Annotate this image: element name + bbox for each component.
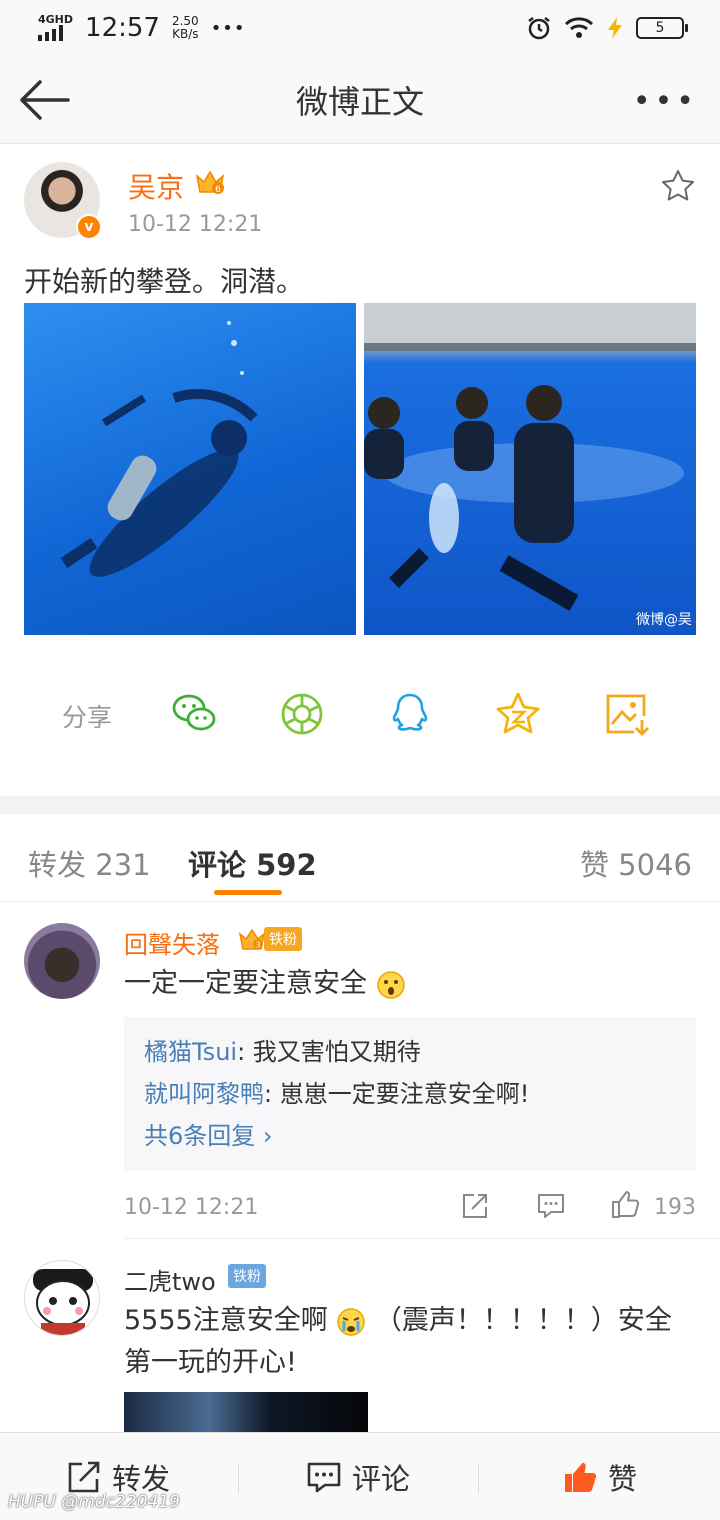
comment-text-body: 5555注意安全啊 bbox=[124, 1305, 328, 1336]
fan-badge: 3 铁粉 bbox=[238, 927, 302, 951]
tab-repost[interactable]: 转发 231 bbox=[28, 842, 151, 884]
repost-icon bbox=[68, 1461, 100, 1493]
commenter-avatar[interactable] bbox=[24, 1260, 100, 1336]
favorite-star-icon[interactable] bbox=[660, 168, 696, 204]
comment-item: 回聲失落 3 铁粉 一定一定要注意安全 橘猫Tsui: 我又害怕又期待 就叫阿黎… bbox=[0, 903, 720, 1239]
scared-emoji-icon bbox=[376, 970, 405, 999]
comment-image-thumbnail[interactable] bbox=[124, 1392, 368, 1432]
tab-like[interactable]: 赞 5046 bbox=[580, 842, 692, 884]
comment-label: 评论 bbox=[352, 1462, 411, 1496]
wifi-icon bbox=[564, 17, 594, 38]
qq-icon[interactable] bbox=[386, 690, 434, 738]
weibo-post: v 吴京 6 10-12 12:21 开始新的攀登。洞潜。 微博@吴 分享 bbox=[0, 144, 720, 796]
charging-icon bbox=[608, 17, 622, 39]
alarm-icon bbox=[528, 17, 550, 40]
crying-emoji-icon bbox=[337, 1307, 366, 1336]
like-count: 193 bbox=[654, 1195, 696, 1220]
bar-divider bbox=[238, 1463, 239, 1493]
comment-text: 5555注意安全啊 （震声！！！！！）安全第一玩的开心! bbox=[124, 1300, 694, 1384]
reply-author[interactable]: 橘猫Tsui bbox=[144, 1038, 237, 1066]
post-photo-1[interactable] bbox=[24, 303, 356, 635]
moments-icon[interactable] bbox=[278, 690, 326, 738]
fan-badge-label: 铁粉 bbox=[264, 927, 302, 951]
post-tabs: 转发 231 评论 592 赞 5046 bbox=[0, 814, 720, 902]
tab-comment[interactable]: 评论 592 bbox=[188, 842, 317, 884]
reply-text: : 崽崽一定要注意安全啊! bbox=[264, 1080, 530, 1108]
share-label: 分享 bbox=[62, 703, 113, 732]
reply-preview-box[interactable]: 橘猫Tsui: 我又害怕又期待 就叫阿黎鸭: 崽崽一定要注意安全啊! 共6条回复… bbox=[124, 1017, 696, 1171]
diver-illustration bbox=[60, 321, 258, 577]
comment-text-body: 一定一定要注意安全 bbox=[124, 968, 367, 999]
reply-comment-icon[interactable] bbox=[536, 1191, 566, 1221]
more-options-icon[interactable]: ••• bbox=[633, 84, 698, 119]
like-label: 赞 bbox=[608, 1462, 638, 1496]
post-text: 开始新的攀登。洞潜。 bbox=[24, 265, 305, 298]
cartoon-avatar-illustration bbox=[33, 1269, 93, 1335]
like-thumb-filled-icon bbox=[565, 1462, 597, 1492]
reply-author[interactable]: 就叫阿黎鸭 bbox=[144, 1080, 264, 1108]
page-title: 微博正文 bbox=[295, 82, 424, 121]
commenter-name[interactable]: 回聲失落 bbox=[124, 925, 220, 960]
section-divider bbox=[0, 796, 720, 814]
network-type: 4GHD bbox=[38, 13, 74, 26]
share-row: 分享 bbox=[0, 678, 720, 748]
post-time: 10-12 12:21 bbox=[128, 212, 263, 237]
hupu-watermark: HUPU @mdc220419 bbox=[8, 1492, 180, 1512]
back-arrow-icon[interactable] bbox=[18, 78, 70, 122]
comment-divider bbox=[124, 1238, 720, 1239]
vip-crown-icon: 6 bbox=[195, 170, 225, 195]
comment-item: 二虎two 铁粉 5555注意安全啊 （震声！！！！！）安全第一玩的开心! bbox=[0, 1240, 720, 1432]
nav-bar: 微博正文 ••• bbox=[0, 56, 720, 144]
net-speed-unit: KB/s bbox=[172, 27, 199, 41]
more-notifications-icon: ••• bbox=[210, 17, 246, 39]
verified-badge: v bbox=[76, 214, 102, 240]
qzone-star-icon[interactable] bbox=[494, 690, 542, 738]
reply-line: 就叫阿黎鸭: 崽崽一定要注意安全啊! bbox=[144, 1073, 676, 1115]
post-photo-2[interactable]: 微博@吴 bbox=[364, 303, 696, 635]
author-name[interactable]: 吴京 bbox=[128, 166, 184, 206]
commenter-name[interactable]: 二虎two bbox=[124, 1262, 216, 1297]
crown-icon: 3 bbox=[238, 928, 266, 950]
status-bar: 4GHD 12:57 2.50 KB/s ••• 5 bbox=[0, 0, 720, 56]
pool-divers-illustration bbox=[364, 303, 696, 611]
fan-badge-label: 铁粉 bbox=[228, 1264, 266, 1288]
comment-icon bbox=[307, 1462, 341, 1493]
svg-text:3: 3 bbox=[255, 941, 260, 950]
photo-watermark: 微博@吴 bbox=[636, 612, 692, 628]
svg-text:6: 6 bbox=[215, 185, 221, 195]
comment-time: 10-12 12:21 bbox=[124, 1195, 259, 1220]
save-image-icon[interactable] bbox=[602, 690, 650, 738]
battery-level: 5 bbox=[655, 20, 665, 36]
reply-text: : 我又害怕又期待 bbox=[237, 1038, 421, 1066]
comment-button[interactable]: 评论 bbox=[306, 1433, 410, 1520]
active-tab-indicator bbox=[214, 890, 282, 895]
clock: 12:57 bbox=[85, 13, 160, 43]
signal-icon: 4GHD bbox=[38, 13, 74, 41]
bar-divider bbox=[478, 1463, 479, 1493]
repost-comment-icon[interactable] bbox=[460, 1191, 490, 1221]
comment-text: 一定一定要注意安全 bbox=[124, 963, 694, 1005]
like-thumb-icon[interactable] bbox=[610, 1189, 640, 1219]
battery-icon: 5 bbox=[636, 17, 688, 39]
commenter-avatar[interactable] bbox=[24, 923, 100, 999]
view-more-replies-link[interactable]: 共6条回复 › bbox=[144, 1115, 676, 1157]
reply-line: 橘猫Tsui: 我又害怕又期待 bbox=[144, 1031, 676, 1073]
wechat-icon[interactable] bbox=[170, 690, 218, 738]
like-button[interactable]: 赞 bbox=[562, 1433, 637, 1520]
